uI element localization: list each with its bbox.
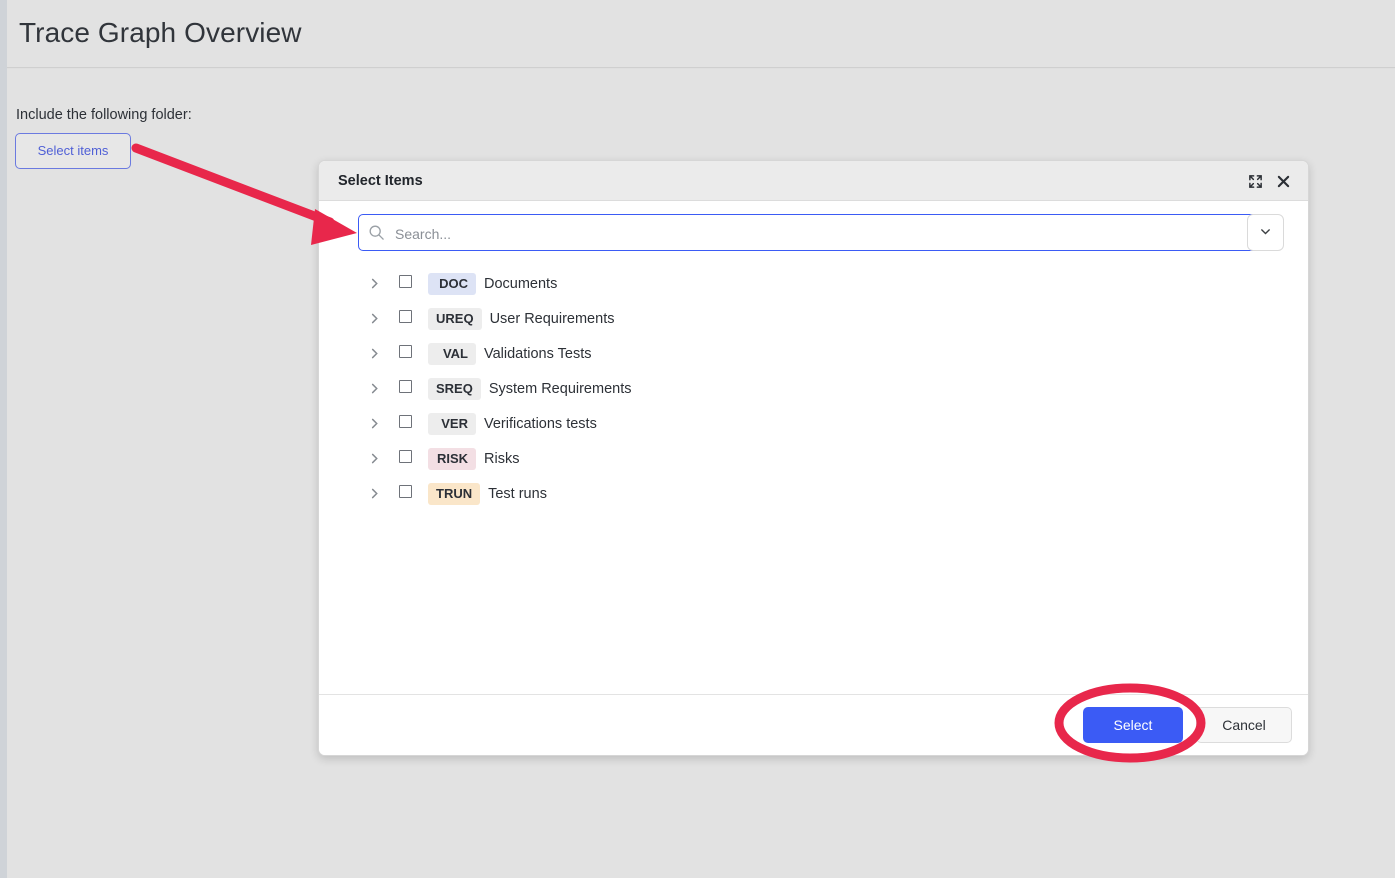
row-checkbox[interactable] [399, 310, 412, 323]
search-icon [368, 224, 385, 241]
row-checkbox[interactable] [399, 485, 412, 498]
item-label: User Requirements [489, 310, 615, 327]
item-type-badge: SREQ [428, 377, 481, 400]
search-input[interactable] [393, 215, 1267, 252]
page-header: Trace Graph Overview [7, 0, 1395, 68]
chevron-right-icon[interactable] [365, 380, 383, 398]
include-folder-label: Include the following folder: [16, 107, 192, 123]
item-tree[interactable]: DOC Documents UREQ User Requirements VAL Vali… [319, 266, 1308, 694]
dialog-titlebar: Select Items [319, 161, 1308, 201]
tree-row[interactable]: RISK Risks [319, 441, 1308, 476]
chevron-right-icon[interactable] [365, 275, 383, 293]
chevron-right-icon[interactable] [365, 450, 383, 468]
chevron-right-icon[interactable] [365, 310, 383, 328]
item-type-badge: RISK [428, 447, 476, 470]
page-title: Trace Graph Overview [19, 17, 302, 48]
tree-row[interactable]: UREQ User Requirements [319, 301, 1308, 336]
item-label: Validations Tests [484, 345, 592, 362]
item-label: Risks [484, 450, 520, 467]
search-filter-dropdown-button[interactable] [1247, 214, 1284, 251]
row-checkbox[interactable] [399, 380, 412, 393]
dialog-search-row [319, 201, 1308, 261]
chevron-down-icon [1259, 225, 1272, 241]
dialog-footer: Select Cancel [319, 694, 1308, 755]
select-items-button[interactable]: Select items [15, 133, 131, 169]
close-icon[interactable] [1274, 172, 1292, 190]
chevron-right-icon[interactable] [365, 345, 383, 363]
item-type-badge: VAL [428, 342, 476, 365]
row-checkbox[interactable] [399, 450, 412, 463]
item-label: Verifications tests [484, 415, 597, 432]
tree-row[interactable]: VER Verifications tests [319, 406, 1308, 441]
tree-row[interactable]: SREQ System Requirements [319, 371, 1308, 406]
row-checkbox[interactable] [399, 275, 412, 288]
item-type-badge: UREQ [428, 307, 482, 330]
chevron-right-icon[interactable] [365, 415, 383, 433]
row-checkbox[interactable] [399, 415, 412, 428]
select-button[interactable]: Select [1083, 707, 1183, 743]
tree-row[interactable]: VAL Validations Tests [319, 336, 1308, 371]
item-label: System Requirements [488, 380, 632, 397]
expand-icon[interactable] [1246, 172, 1264, 190]
tree-row[interactable]: TRUN Test runs [319, 476, 1308, 511]
item-type-badge: DOC [428, 272, 476, 295]
select-items-dialog: Select Items Search... DOC Documents URE… [318, 160, 1309, 756]
row-checkbox[interactable] [399, 345, 412, 358]
chevron-right-icon[interactable] [365, 485, 383, 503]
item-type-badge: VER [428, 412, 476, 435]
item-type-badge: TRUN [428, 482, 481, 505]
item-label: Test runs [488, 485, 547, 502]
cancel-button[interactable]: Cancel [1196, 707, 1292, 743]
window-left-edge [0, 0, 7, 878]
tree-row[interactable]: DOC Documents [319, 266, 1308, 301]
dialog-title: Select Items [338, 173, 423, 189]
item-label: Documents [484, 275, 558, 292]
search-input-wrapper[interactable] [358, 214, 1277, 252]
